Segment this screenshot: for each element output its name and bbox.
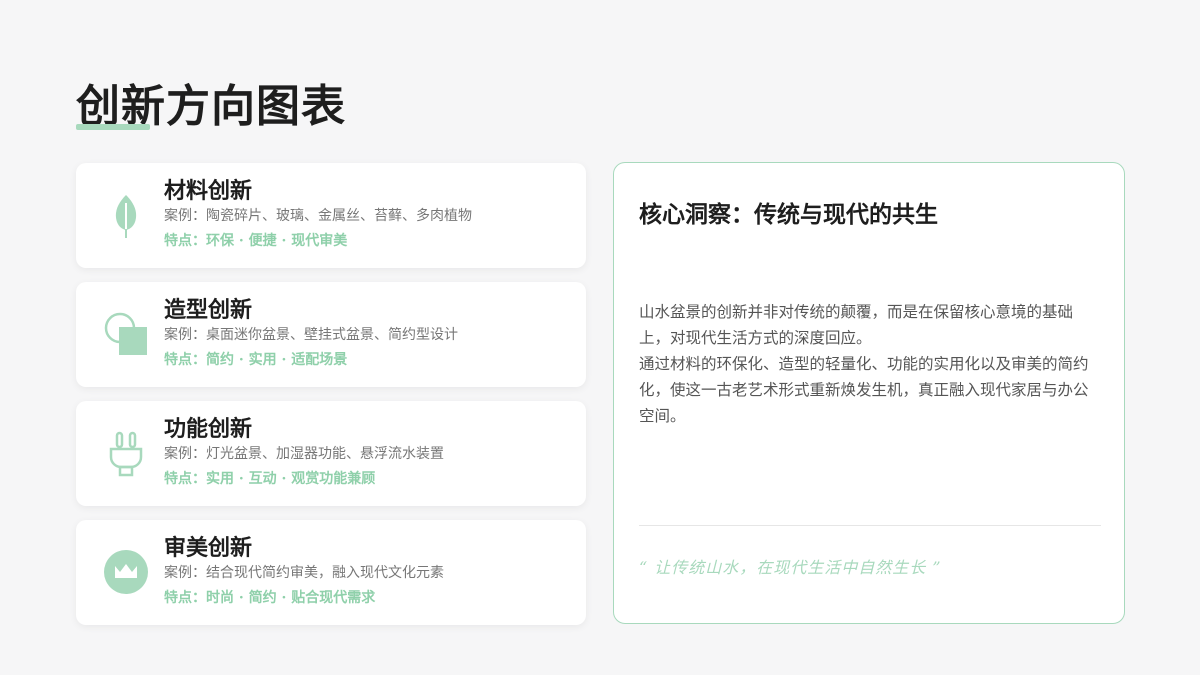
insight-title: 核心洞察：传统与现代的共生 <box>639 201 938 228</box>
leaf-icon <box>102 191 150 239</box>
insight-quote: “ 让传统山水，在现代生活中自然生长 ” <box>639 558 942 577</box>
card-feature: 特点：简约 · 实用 · 适配场景 <box>164 352 348 368</box>
card-case: 案例：灯光盆景、加湿器功能、悬浮流水装置 <box>164 446 444 462</box>
card-feature: 特点：实用 · 互动 · 观赏功能兼顾 <box>164 471 376 487</box>
card-feature: 特点：时尚 · 简约 · 贴合现代需求 <box>164 590 376 606</box>
card-aesthetic-innovation: 审美创新 案例：结合现代简约审美，融入现代文化元素 特点：时尚 · 简约 · 贴… <box>76 520 586 625</box>
insight-paragraph: 山水盆景的创新并非对传统的颠覆，而是在保留核心意境的基础上，对现代生活方式的深度… <box>639 303 1074 347</box>
insight-paragraph: 通过材料的环保化、造型的轻量化、功能的实用化以及审美的简约化，使这一古老艺术形式… <box>639 355 1089 425</box>
slide: 创新方向图表 材料创新 案例：陶瓷碎片、玻璃、金属丝、苔藓、多肉植物 特点：环保… <box>0 0 1200 675</box>
core-insight-panel: 核心洞察：传统与现代的共生 山水盆景的创新并非对传统的颠覆，而是在保留核心意境的… <box>613 162 1125 624</box>
card-case: 案例：结合现代简约审美，融入现代文化元素 <box>164 565 444 581</box>
card-function-innovation: 功能创新 案例：灯光盆景、加湿器功能、悬浮流水装置 特点：实用 · 互动 · 观… <box>76 401 586 506</box>
card-case: 案例：陶瓷碎片、玻璃、金属丝、苔藓、多肉植物 <box>164 208 472 224</box>
title-underline <box>76 124 150 130</box>
card-case: 案例：桌面迷你盆景、壁挂式盆景、简约型设计 <box>164 327 458 343</box>
card-material-innovation: 材料创新 案例：陶瓷碎片、玻璃、金属丝、苔藓、多肉植物 特点：环保 · 便捷 ·… <box>76 163 586 268</box>
card-title: 功能创新 <box>164 416 253 442</box>
insight-body: 山水盆景的创新并非对传统的颠覆，而是在保留核心意境的基础上，对现代生活方式的深度… <box>639 299 1101 429</box>
plug-icon <box>102 429 150 477</box>
shapes-icon <box>102 310 150 358</box>
card-shape-innovation: 造型创新 案例：桌面迷你盆景、壁挂式盆景、简约型设计 特点：简约 · 实用 · … <box>76 282 586 387</box>
divider <box>639 525 1101 526</box>
crown-icon <box>102 548 150 596</box>
card-title: 造型创新 <box>164 297 253 323</box>
card-title: 审美创新 <box>164 535 253 561</box>
card-title: 材料创新 <box>164 178 253 204</box>
card-feature: 特点：环保 · 便捷 · 现代审美 <box>164 233 348 249</box>
